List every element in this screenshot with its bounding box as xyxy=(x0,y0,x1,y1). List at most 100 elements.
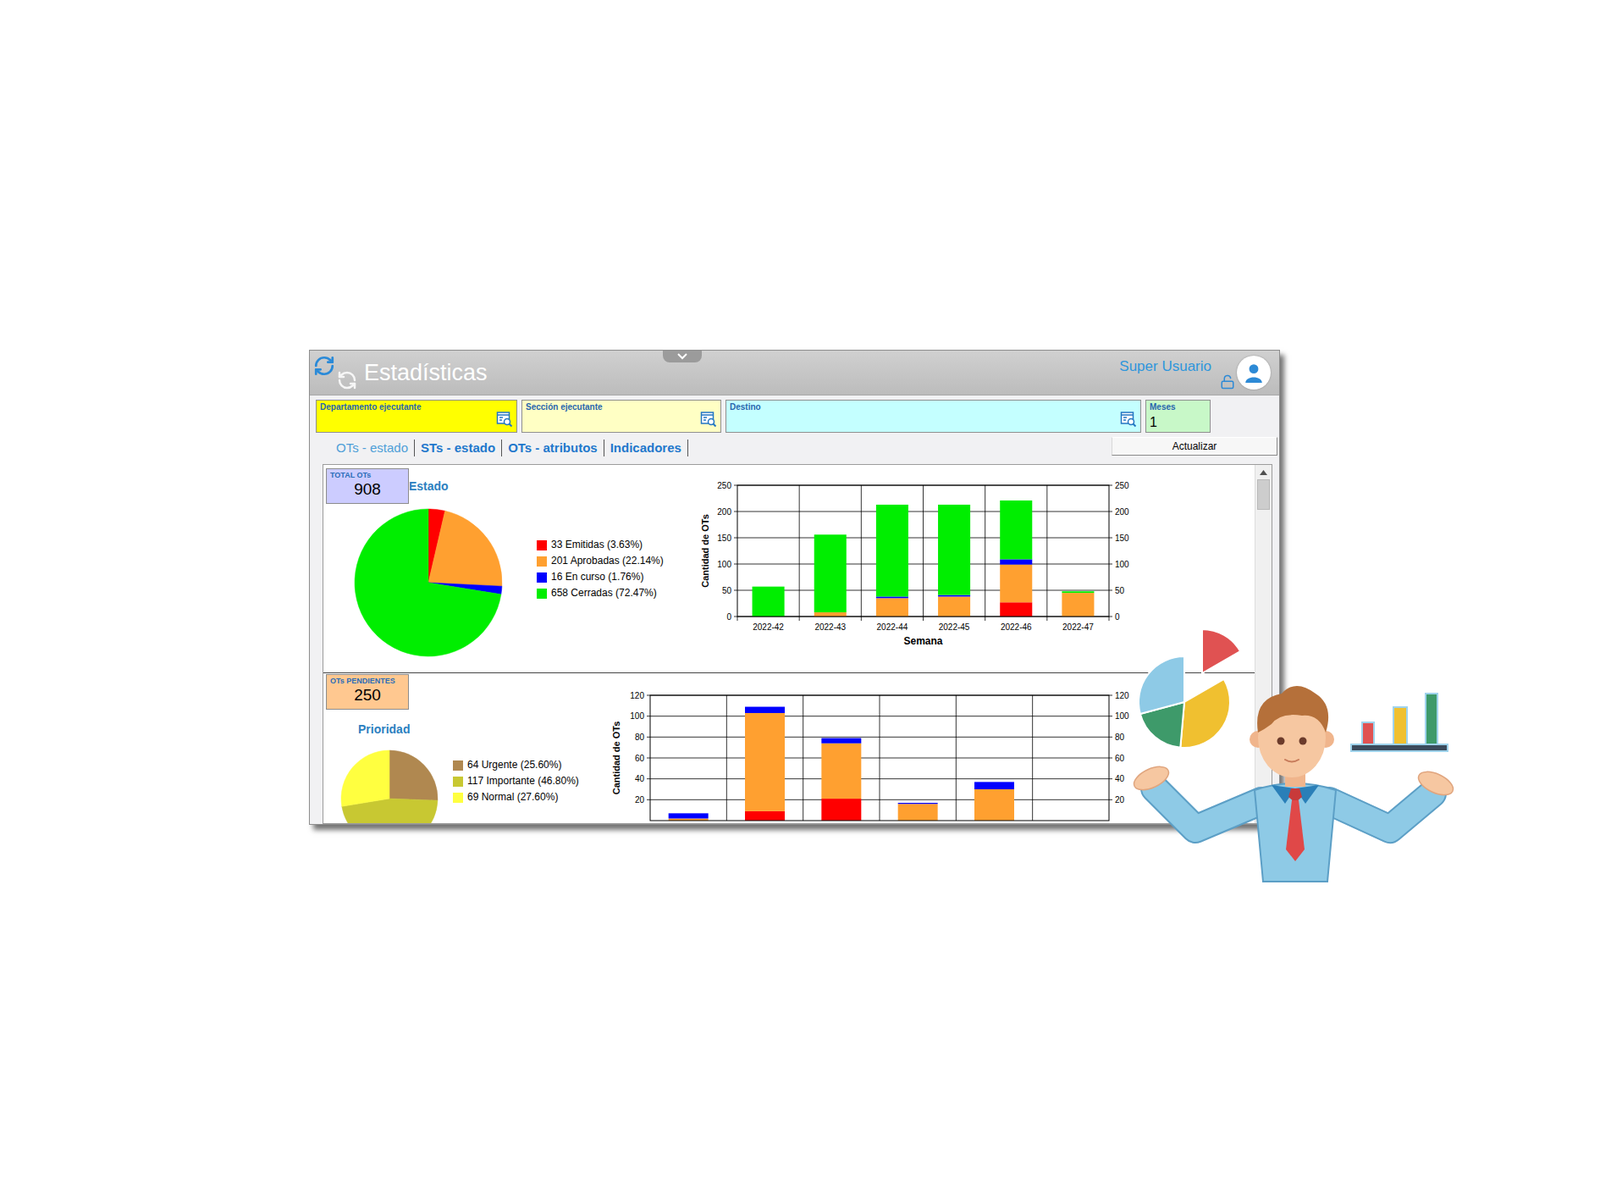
counter-label: TOTAL OTs xyxy=(330,470,405,480)
bar-segment xyxy=(898,802,938,804)
legend-item: 69 Normal (27.60%) xyxy=(452,788,580,806)
user-name[interactable]: Super Usuario xyxy=(1119,358,1212,376)
legend-label: 117 Importante (46.80%) xyxy=(467,772,580,789)
field-value[interactable]: 1 xyxy=(1149,414,1207,431)
bar-segment xyxy=(814,612,847,617)
field-label: Meses xyxy=(1149,402,1207,413)
app-icon xyxy=(313,354,358,391)
arrow-up-icon[interactable] xyxy=(1259,469,1268,475)
search-icon[interactable] xyxy=(496,410,514,428)
column-divider xyxy=(726,695,728,821)
y-tick-label: 100 xyxy=(1114,711,1130,721)
y-tick-label: 250 xyxy=(1114,480,1130,491)
tab[interactable]: Indicadores xyxy=(604,439,689,457)
scrollbar[interactable] xyxy=(1254,464,1272,823)
column-divider xyxy=(955,695,957,821)
tab[interactable]: OTs - atributos xyxy=(502,439,605,457)
counter-value: 250 xyxy=(330,684,405,706)
pie-slice xyxy=(341,750,390,806)
x-tick-label: 2022-43 xyxy=(814,622,846,632)
summary-area: TOTAL OTs908Estado33 Emitidas (3.63%)201… xyxy=(323,464,699,673)
bar-segment xyxy=(876,595,909,598)
y-tick-label: 200 xyxy=(1114,507,1130,517)
user-avatar[interactable] xyxy=(1236,355,1271,390)
chart-area: 050100150200250050100150200250Cantidad d… xyxy=(698,479,1255,673)
counter-box: OTs PENDIENTES250 xyxy=(325,673,409,710)
y-tick-label: 40 xyxy=(634,773,646,784)
y-tick-label: 0 xyxy=(726,612,732,622)
summary-area: OTs PENDIENTES250Prioridad 64 Urgente (25… xyxy=(323,673,610,823)
refresh-button[interactable]: Actualizar xyxy=(1111,436,1278,456)
bar-segment xyxy=(752,586,785,617)
legend-swatch xyxy=(536,588,547,599)
sync-icon xyxy=(336,369,358,391)
plot-frame xyxy=(650,695,1109,821)
legend-label: 16 En curso (1.76%) xyxy=(551,568,644,585)
column-divider xyxy=(879,695,881,821)
legend-label: 201 Aprobadas (22.14%) xyxy=(551,552,664,569)
pie-chart xyxy=(340,749,439,823)
legend-label: 69 Normal (27.60%) xyxy=(467,788,558,806)
analyst-illustration xyxy=(1136,627,1450,883)
tab-list: OTs - estadoSTs - estadoOTs - atributosI… xyxy=(322,439,689,457)
tab[interactable]: STs - estado xyxy=(414,439,503,457)
chevron-down-icon[interactable] xyxy=(676,352,689,361)
bar-segment xyxy=(1061,590,1094,593)
legend-label: 658 Cerradas (72.47%) xyxy=(551,584,657,602)
panel-content: TOTAL OTs908Estado33 Emitidas (3.63%)201… xyxy=(323,464,1255,823)
legend-item: 64 Urgente (25.60%) xyxy=(452,756,580,773)
legend-label: 33 Emitidas (3.63%) xyxy=(551,536,643,553)
pie-slice xyxy=(354,508,502,657)
x-tick-label: 2022-46 xyxy=(1000,622,1032,632)
filter-field[interactable]: Departamento ejecutante xyxy=(315,399,518,433)
legend-swatch xyxy=(452,776,464,787)
lock-button[interactable] xyxy=(1219,374,1236,390)
title-bar: EstadísticasSuper Usuario xyxy=(309,350,1280,396)
search-icon[interactable] xyxy=(1120,410,1137,428)
column-divider xyxy=(1046,485,1048,617)
y-tick-label: 60 xyxy=(634,753,646,763)
plot-area xyxy=(737,485,1109,617)
section-header: OTs PENDIENTES250Prioridad xyxy=(323,673,610,737)
search-icon[interactable] xyxy=(700,410,718,428)
collapse-tab[interactable] xyxy=(662,350,702,363)
pie-legend: 64 Urgente (25.60%)117 Importante (46.80… xyxy=(452,756,580,806)
scroll-thumb[interactable] xyxy=(1257,479,1270,510)
y-tick-label: 60 xyxy=(1114,753,1126,763)
filter-field[interactable]: Destino xyxy=(725,399,1142,433)
column-divider xyxy=(922,485,924,617)
scroll-track[interactable] xyxy=(1255,479,1272,823)
y-tick-label: 50 xyxy=(1114,585,1126,596)
bar-chart-icon xyxy=(1351,693,1448,751)
y-tick-label: 150 xyxy=(717,533,732,543)
legend-swatch xyxy=(452,792,464,803)
bar-segment xyxy=(999,558,1032,564)
filter-field[interactable]: Meses1 xyxy=(1145,399,1211,433)
field-label: Sección ejecutante xyxy=(525,402,701,413)
y-tick-label: 150 xyxy=(1114,533,1130,543)
window-body: Departamento ejecutante Sección ejecutant… xyxy=(309,395,1280,824)
counter-value: 908 xyxy=(330,479,405,500)
y-tick-label: 50 xyxy=(722,585,733,596)
tab[interactable]: OTs - estado xyxy=(330,439,415,457)
lookup-button[interactable] xyxy=(1120,410,1137,428)
lock-open-icon[interactable] xyxy=(1219,374,1236,390)
scroll-up-button[interactable] xyxy=(1255,464,1272,480)
bar-segment xyxy=(999,500,1032,559)
x-tick xyxy=(984,616,986,621)
y-tick-label: 80 xyxy=(1114,732,1126,742)
y-tick-label: 40 xyxy=(1114,773,1126,784)
plot-frame xyxy=(737,485,1109,617)
counter-box: TOTAL OTs908 xyxy=(325,468,409,504)
y-tick-label: 20 xyxy=(634,794,646,805)
lookup-button[interactable] xyxy=(496,410,514,428)
user-icon[interactable] xyxy=(1242,361,1265,384)
bar-segment xyxy=(937,504,971,596)
y-tick-label: 100 xyxy=(1114,559,1130,569)
column-divider xyxy=(860,485,862,617)
legend-label: 64 Urgente (25.60%) xyxy=(467,756,562,773)
lookup-button[interactable] xyxy=(700,410,718,428)
filter-field[interactable]: Sección ejecutante xyxy=(521,399,722,433)
x-tick-label: 2022-42 xyxy=(752,622,784,632)
pie-row: 33 Emitidas (3.63%)201 Aprobadas (22.14%… xyxy=(353,507,699,657)
